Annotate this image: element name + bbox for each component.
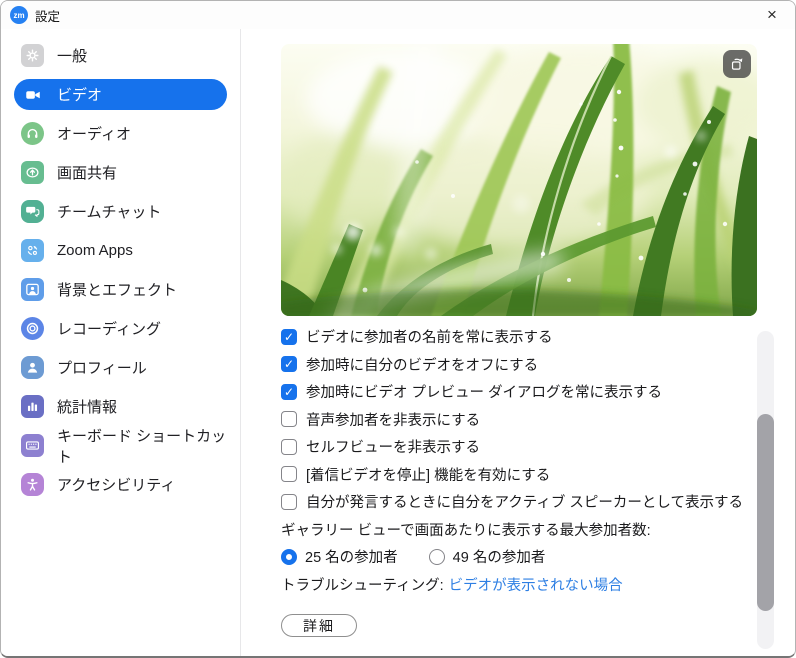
cb-hide-self-view[interactable]: セルフビューを非表示する bbox=[281, 433, 767, 461]
gallery-participants-radio-row: 25 名の参加者 49 名の参加者 bbox=[281, 543, 767, 571]
sidebar-item-profile[interactable]: プロフィール bbox=[14, 352, 227, 383]
radio-icon bbox=[429, 549, 445, 565]
sidebar-item-accessibility[interactable]: アクセシビリティ bbox=[14, 469, 227, 500]
option-label: [着信ビデオを停止] 機能を有効にする bbox=[306, 464, 550, 485]
troubleshooting-label: トラブルシューティング: bbox=[281, 574, 444, 595]
sidebar-item-label: プロフィール bbox=[57, 357, 147, 378]
radio-49-participants[interactable]: 49 名の参加者 bbox=[429, 546, 546, 567]
close-icon[interactable]: × bbox=[749, 1, 795, 29]
checkbox-icon bbox=[281, 329, 297, 345]
sidebar-item-label: 画面共有 bbox=[57, 162, 117, 183]
sidebar-item-label: 一般 bbox=[57, 45, 87, 66]
sidebar-item-label: アクセシビリティ bbox=[57, 474, 175, 495]
screen-share-icon bbox=[21, 161, 44, 184]
background-effects-icon bbox=[21, 278, 44, 301]
checkbox-icon bbox=[281, 439, 297, 455]
troubleshooting-link[interactable]: ビデオが表示されない場合 bbox=[449, 574, 623, 595]
sidebar-item-screen-share[interactable]: 画面共有 bbox=[14, 157, 227, 188]
checkbox-icon bbox=[281, 466, 297, 482]
cb-turn-off-video-on-join[interactable]: 参加時に自分のビデオをオフにする bbox=[281, 351, 767, 379]
camera-preview-image bbox=[281, 44, 757, 316]
sidebar-item-label: キーボード ショートカット bbox=[57, 425, 227, 467]
sidebar-item-label: レコーディング bbox=[57, 318, 161, 339]
checkbox-icon bbox=[281, 384, 297, 400]
video-camera-icon bbox=[21, 83, 44, 106]
window-title: 設定 bbox=[35, 6, 60, 25]
settings-sidebar: 一般 ビデオ オーディオ 画面共有 bbox=[1, 29, 241, 656]
video-settings-panel: ビデオに参加者の名前を常に表示する 参加時に自分のビデオをオフにする 参加時にビ… bbox=[241, 29, 795, 656]
profile-icon bbox=[21, 356, 44, 379]
keyboard-icon bbox=[21, 434, 44, 457]
cb-hide-non-video-participants[interactable]: 音声参加者を非表示にする bbox=[281, 406, 767, 434]
sidebar-item-keyboard-shortcuts[interactable]: キーボード ショートカット bbox=[14, 430, 227, 461]
cb-show-as-active-speaker[interactable]: 自分が発言するときに自分をアクティブ スピーカーとして表示する bbox=[281, 488, 767, 516]
cb-show-participant-names[interactable]: ビデオに参加者の名前を常に表示する bbox=[281, 323, 767, 351]
sidebar-item-recording[interactable]: レコーディング bbox=[14, 313, 227, 344]
rotate-icon[interactable] bbox=[723, 50, 751, 78]
bar-chart-icon bbox=[21, 395, 44, 418]
chat-icon bbox=[21, 200, 44, 223]
sidebar-item-background-effects[interactable]: 背景とエフェクト bbox=[14, 274, 227, 305]
radio-icon bbox=[281, 549, 297, 565]
sidebar-item-audio[interactable]: オーディオ bbox=[14, 118, 227, 149]
camera-preview bbox=[281, 44, 757, 316]
radio-25-participants[interactable]: 25 名の参加者 bbox=[281, 546, 398, 567]
sidebar-item-statistics[interactable]: 統計情報 bbox=[14, 391, 227, 422]
checkbox-icon bbox=[281, 494, 297, 510]
cb-stop-incoming-video-feature[interactable]: [着信ビデオを停止] 機能を有効にする bbox=[281, 461, 767, 489]
sidebar-item-team-chat[interactable]: チームチャット bbox=[14, 196, 227, 227]
option-label: 参加時にビデオ プレビュー ダイアログを常に表示する bbox=[306, 381, 662, 402]
accessibility-icon bbox=[21, 473, 44, 496]
sidebar-item-label: 背景とエフェクト bbox=[57, 279, 177, 300]
headphones-icon bbox=[21, 122, 44, 145]
sidebar-item-label: ビデオ bbox=[57, 84, 102, 105]
gear-icon bbox=[21, 44, 44, 67]
settings-window: zm 設定 × 一般 ビデオ オーディオ bbox=[0, 0, 796, 658]
option-label: 音声参加者を非表示にする bbox=[306, 409, 480, 430]
titlebar[interactable]: zm 設定 × bbox=[1, 1, 795, 29]
troubleshooting-row: トラブルシューティング: ビデオが表示されない場合 bbox=[281, 571, 767, 599]
scrollbar-thumb[interactable] bbox=[757, 414, 774, 611]
radio-label: 25 名の参加者 bbox=[305, 546, 398, 567]
apps-icon bbox=[21, 239, 44, 262]
radio-label: 49 名の参加者 bbox=[453, 546, 546, 567]
option-label: 自分が発言するときに自分をアクティブ スピーカーとして表示する bbox=[306, 491, 743, 512]
sidebar-item-zoom-apps[interactable]: Zoom Apps bbox=[14, 235, 227, 266]
zoom-logo-icon: zm bbox=[10, 6, 28, 24]
record-icon bbox=[21, 317, 44, 340]
gallery-max-participants-label: ギャラリー ビューで画面あたりに表示する最大参加者数: bbox=[281, 516, 767, 544]
cb-always-show-preview-dialog[interactable]: 参加時にビデオ プレビュー ダイアログを常に表示する bbox=[281, 378, 767, 406]
sidebar-item-label: 統計情報 bbox=[57, 396, 117, 417]
video-options-list: ビデオに参加者の名前を常に表示する 参加時に自分のビデオをオフにする 参加時にビ… bbox=[281, 323, 767, 598]
option-label: ビデオに参加者の名前を常に表示する bbox=[306, 326, 553, 347]
option-label: セルフビューを非表示する bbox=[306, 436, 480, 457]
advanced-button[interactable]: 詳細 bbox=[281, 614, 357, 637]
sidebar-item-video[interactable]: ビデオ bbox=[14, 79, 227, 110]
checkbox-icon bbox=[281, 411, 297, 427]
scrollbar-track[interactable] bbox=[757, 331, 774, 649]
option-label: 参加時に自分のビデオをオフにする bbox=[306, 354, 538, 375]
sidebar-item-label: チームチャット bbox=[57, 201, 161, 222]
sidebar-item-general[interactable]: 一般 bbox=[14, 40, 227, 71]
sidebar-item-label: Zoom Apps bbox=[57, 242, 133, 259]
checkbox-icon bbox=[281, 356, 297, 372]
sidebar-item-label: オーディオ bbox=[57, 123, 131, 144]
